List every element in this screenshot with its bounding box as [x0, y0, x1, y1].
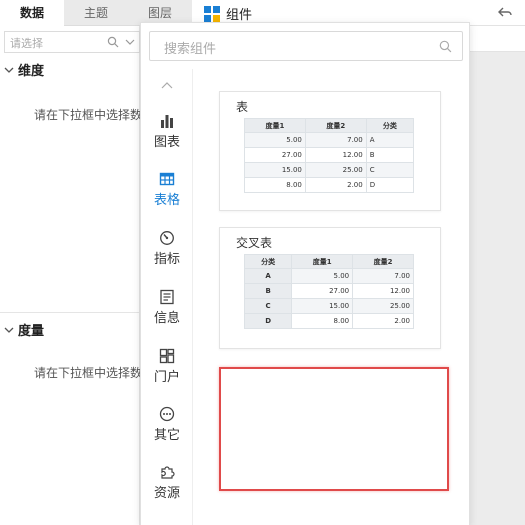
category-label: 信息	[153, 311, 180, 326]
right-tab-strip	[470, 26, 525, 52]
category-label: 指标	[153, 252, 180, 267]
chevron-down-icon	[4, 327, 14, 333]
category-label: 表格	[153, 193, 180, 208]
row-header: C	[243, 298, 293, 314]
table-cell: 7.00	[304, 132, 367, 148]
component-title[interactable]: 组件	[204, 4, 252, 23]
search-icon	[107, 36, 119, 48]
table-cell: D	[365, 177, 415, 193]
chevron-down-icon	[4, 67, 14, 73]
card-title: 表	[236, 100, 249, 114]
row-header: D	[243, 313, 293, 329]
category-indicator[interactable]: 指标	[141, 230, 193, 267]
measure-hint: 请在下拉框中选择数据	[34, 366, 140, 380]
column-header: 度量2	[352, 254, 414, 269]
table-cell: 2.00	[304, 177, 367, 193]
crosstab-preview: 分类 度量1 度量2 A 5.00 7.00 B 27.00 12.00 C 1…	[243, 254, 414, 329]
highlight-box	[219, 367, 449, 491]
section-divider	[0, 312, 140, 313]
chevron-down-icon	[125, 39, 135, 45]
table-row: C 15.00 25.00	[243, 298, 414, 314]
category-chart[interactable]: 图表	[141, 113, 193, 150]
info-doc-icon	[160, 289, 174, 305]
card-title: 交叉表	[236, 236, 273, 250]
category-portal[interactable]: 门户	[141, 348, 193, 385]
component-search-input[interactable]: 搜索组件	[149, 31, 463, 61]
column-header: 分类	[243, 254, 293, 269]
table-cell: 15.00	[244, 162, 306, 178]
table-cell: C	[365, 162, 415, 178]
crosstab-component-card[interactable]: 交叉表 分类 度量1 度量2 A 5.00 7.00 B 27.00 12.00…	[219, 227, 441, 349]
table-preview: 度量1 度量2 分类 5.00 7.00 A 27.00 12.00 B 15.…	[244, 118, 415, 193]
table-cell: 8.00	[244, 177, 306, 193]
table-row: 27.00 12.00 B	[244, 147, 415, 163]
dimension-title: 维度	[18, 64, 45, 79]
table-row: D 8.00 2.00	[243, 313, 414, 329]
table-cell: 5.00	[291, 268, 354, 284]
table-row: 8.00 2.00 D	[244, 177, 415, 193]
table-icon	[159, 172, 175, 186]
table-cell: 8.00	[291, 313, 354, 329]
category-label: 门户	[153, 370, 180, 385]
table-cell: 2.00	[352, 313, 414, 329]
measure-header[interactable]: 度量	[4, 320, 44, 339]
search-icon[interactable]	[439, 40, 452, 53]
puzzle-icon	[161, 466, 175, 479]
undo-icon[interactable]	[497, 4, 513, 20]
component-label: 组件	[226, 8, 253, 23]
gauge-icon	[160, 231, 174, 245]
row-header: B	[243, 283, 293, 299]
column-header: 分类	[365, 118, 415, 133]
table-cell: 25.00	[352, 298, 414, 314]
table-cell: 27.00	[291, 283, 354, 299]
bar-chart-icon	[161, 115, 173, 128]
scroll-up-chevron-icon[interactable]	[161, 81, 173, 89]
table-cell: 12.00	[352, 283, 414, 299]
category-label: 图表	[153, 135, 180, 150]
table-row: B 27.00 12.00	[243, 283, 414, 299]
app-root: 数据 主题 图层 组件 请选择 维度 请在下拉框中选择数 度量 请在下拉框中选择…	[0, 0, 525, 525]
table-row: A 5.00 7.00	[243, 268, 414, 284]
table-cell: A	[365, 132, 415, 148]
category-label: 资源	[153, 486, 180, 501]
table-cell: B	[365, 147, 415, 163]
more-icon	[159, 406, 175, 422]
table-cell: 7.00	[352, 268, 414, 284]
table-cell: 15.00	[291, 298, 354, 314]
category-label: 其它	[153, 428, 180, 443]
component-logo-icon	[204, 5, 220, 22]
table-row: 5.00 7.00 A	[244, 132, 415, 148]
column-header: 度量2	[304, 118, 367, 133]
measure-title: 度量	[18, 324, 45, 339]
portal-icon	[159, 348, 175, 364]
column-header: 度量1	[291, 254, 354, 269]
table-cell: 25.00	[304, 162, 367, 178]
dimension-hint: 请在下拉框中选择数据	[34, 108, 140, 122]
column-header: 度量1	[244, 118, 306, 133]
table-cell: 5.00	[244, 132, 306, 148]
category-info[interactable]: 信息	[141, 289, 193, 326]
dataset-select[interactable]: 请选择	[4, 31, 140, 53]
category-sidebar: 图表 表格 指标 信息 门户 其它 资源	[141, 69, 193, 525]
tab-data[interactable]: 数据	[0, 0, 64, 26]
table-cell: 27.00	[244, 147, 306, 163]
table-header-row: 度量1 度量2 分类	[244, 118, 415, 133]
row-header: A	[243, 268, 293, 284]
category-other[interactable]: 其它	[141, 406, 193, 443]
canvas-area	[470, 52, 525, 525]
dimension-header[interactable]: 维度	[4, 60, 44, 79]
search-placeholder: 搜索组件	[164, 42, 217, 57]
table-component-card[interactable]: 表 度量1 度量2 分类 5.00 7.00 A 27.00 12.00 B 1…	[219, 91, 441, 211]
tab-theme[interactable]: 主题	[64, 0, 128, 26]
table-cell: 12.00	[304, 147, 367, 163]
category-table[interactable]: 表格	[141, 171, 193, 208]
table-header-row: 分类 度量1 度量2	[243, 254, 414, 269]
table-row: 15.00 25.00 C	[244, 162, 415, 178]
data-panel: 请选择 维度 请在下拉框中选择数据 度量 请在下拉框中选择数据	[0, 26, 140, 525]
select-placeholder: 请选择	[10, 37, 43, 50]
category-resource[interactable]: 资源	[141, 464, 193, 501]
